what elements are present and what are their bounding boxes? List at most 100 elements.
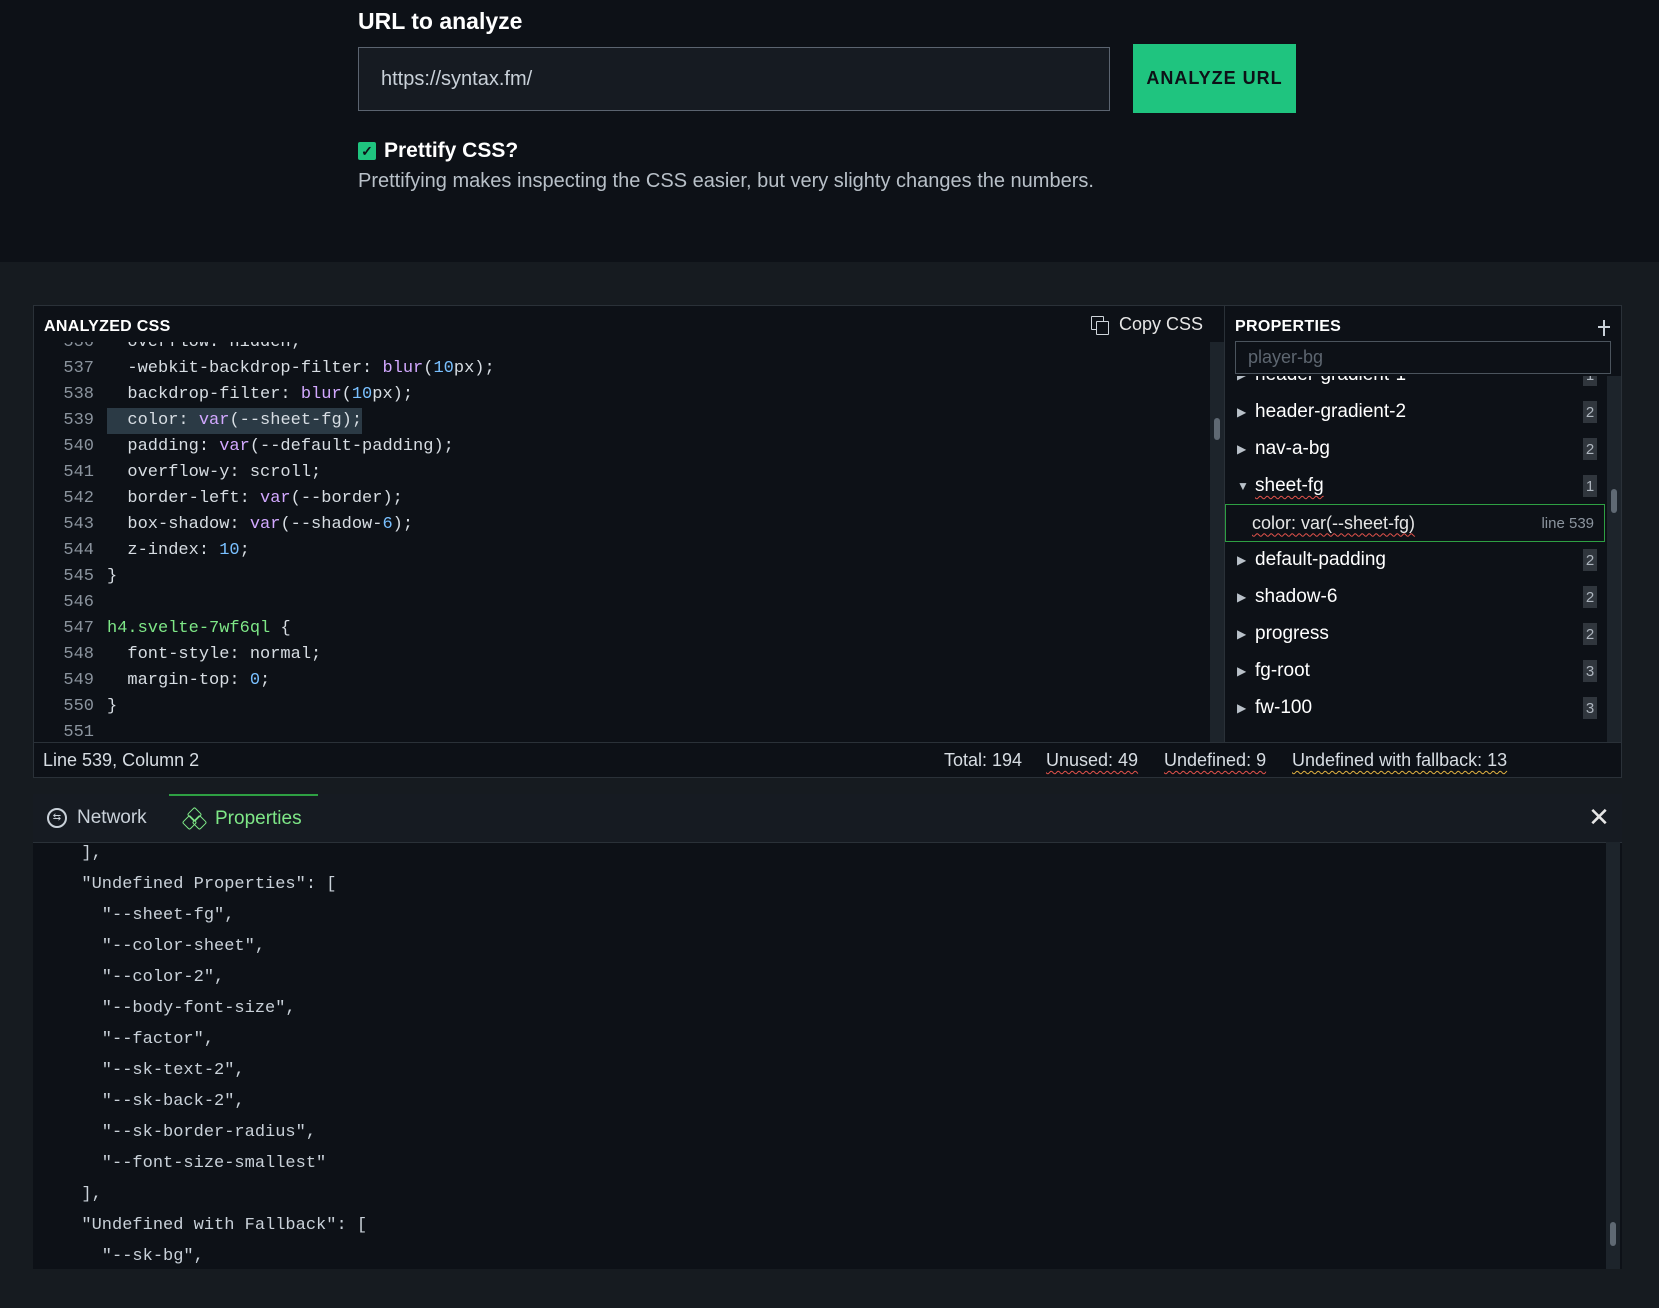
url-form-section: URL to analyze ANALYZE URL ✓ Prettify CS…	[0, 0, 1659, 262]
code-text: overflow: hidden;	[107, 342, 301, 352]
code-line: 546	[34, 590, 107, 616]
property-count-badge: 3	[1583, 697, 1597, 719]
triangle-right-icon: ▶	[1237, 664, 1247, 678]
line-number: 550	[63, 697, 94, 716]
json-line: ],	[61, 844, 102, 863]
json-line: "Undefined with Fallback": [	[61, 1216, 368, 1235]
tab-properties[interactable]: Properties	[169, 794, 318, 842]
code-line: 536 overflow: hidden;	[34, 342, 301, 356]
property-name: fw-100	[1255, 697, 1313, 718]
close-icon[interactable]: ✕	[1586, 804, 1612, 830]
property-item-header-gradient-1[interactable]: ▶header-gradient-11	[1237, 376, 1597, 394]
json-line: "--sk-back-2",	[61, 1092, 245, 1111]
undefined-fallback-count[interactable]: Undefined with fallback: 13	[1292, 750, 1507, 771]
property-usage-text: color: var(--sheet-fg)	[1252, 512, 1416, 533]
properties-title: PROPERTIES	[1235, 318, 1342, 335]
line-number: 537	[63, 359, 94, 378]
properties-filter-input[interactable]	[1235, 341, 1611, 374]
json-line: "--sk-text-2",	[61, 1061, 245, 1080]
code-text: -webkit-backdrop-filter: blur(10px);	[107, 359, 495, 378]
json-line: "--font-size-smallest"	[61, 1154, 327, 1173]
json-line: "--color-2",	[61, 968, 225, 987]
properties-icon	[181, 806, 208, 831]
code-text: border-left: var(--border);	[107, 489, 403, 508]
line-number: 542	[63, 489, 94, 508]
line-number: 539	[63, 411, 94, 430]
property-item-progress[interactable]: ▶ progress 2	[1237, 615, 1597, 653]
properties-scroll-thumb[interactable]	[1611, 489, 1617, 513]
triangle-down-icon: ▼	[1237, 479, 1249, 493]
code-line: 550}	[34, 694, 117, 720]
property-count-badge: 2	[1583, 438, 1597, 460]
json-line: ],	[61, 1185, 102, 1204]
unused-count[interactable]: Unused: 49	[1046, 750, 1138, 771]
analyze-url-button[interactable]: ANALYZE URL	[1133, 44, 1296, 113]
tab-network-label: Network	[77, 807, 147, 828]
property-name: fg-root	[1255, 660, 1310, 681]
json-line: "--color-sheet",	[61, 937, 266, 956]
properties-panel: PROPERTIES ▶header-gradient-11▶header-gr…	[1224, 306, 1622, 742]
property-count-badge: 2	[1583, 401, 1597, 423]
line-number: 540	[63, 437, 94, 456]
code-line: 545}	[34, 564, 117, 590]
code-text: }	[107, 697, 118, 716]
property-count-badge: 1	[1583, 376, 1597, 386]
property-name: shadow-6	[1255, 586, 1338, 607]
css-code-editor[interactable]: 536 overflow: hidden; 537 -webkit-backdro…	[34, 342, 1210, 742]
properties-scrollbar[interactable]	[1607, 376, 1621, 742]
url-label: URL to analyze	[358, 8, 523, 34]
cursor-position: Line 539, Column 2	[43, 750, 200, 770]
code-text: box-shadow: var(--shadow-6);	[107, 515, 414, 534]
devtools-panel: ⇆ Network Properties ✕ ], "Undefined Pro…	[33, 794, 1622, 1269]
property-item-nav-a-bg[interactable]: ▶ nav-a-bg 2	[1237, 430, 1597, 468]
property-item-sheet-fg[interactable]: ▼ sheet-fg 1	[1237, 467, 1597, 505]
code-text: padding: var(--default-padding);	[107, 437, 454, 456]
code-line: 549 margin-top: 0;	[34, 668, 270, 694]
undefined-count[interactable]: Undefined: 9	[1164, 750, 1266, 771]
property-name: header-gradient-2	[1255, 401, 1407, 422]
property-item-fw-100[interactable]: ▶ fw-100 3	[1237, 689, 1597, 727]
prettify-label: Prettify CSS?	[384, 139, 519, 162]
property-item-default-padding[interactable]: ▶ default-padding 2	[1237, 541, 1597, 579]
copy-css-button[interactable]: Copy CSS	[1091, 314, 1203, 335]
tab-network[interactable]: ⇆ Network	[47, 794, 147, 842]
code-line: 542 border-left: var(--border);	[34, 486, 403, 512]
devtools-tabbar: ⇆ Network Properties ✕	[33, 794, 1622, 843]
properties-list: ▶header-gradient-11▶header-gradient-22▶n…	[1225, 376, 1605, 742]
tab-properties-label: Properties	[215, 808, 302, 829]
code-text: color: var(--sheet-fg);	[107, 408, 363, 434]
network-icon: ⇆	[47, 808, 67, 828]
json-scroll-thumb[interactable]	[1610, 1222, 1616, 1246]
line-number: 541	[63, 463, 94, 482]
json-scrollbar[interactable]	[1606, 842, 1620, 1269]
prettify-description: Prettifying makes inspecting the CSS eas…	[358, 170, 1094, 192]
properties-json-output[interactable]: ], "Undefined Properties": [ "--sheet-fg…	[33, 842, 1605, 1269]
css-analyzer-panel: ANALYZED CSS Copy CSS 536 overflow: hidd…	[33, 305, 1622, 778]
code-scroll-thumb[interactable]	[1214, 418, 1220, 440]
total-count: Total: 194	[944, 750, 1023, 770]
code-line: 544 z-index: 10;	[34, 538, 250, 564]
prettify-checkbox-row[interactable]: ✓ Prettify CSS?	[358, 139, 518, 163]
prettify-checkbox[interactable]: ✓	[358, 142, 376, 160]
analyzed-css-title: ANALYZED CSS	[44, 318, 171, 335]
triangle-right-icon: ▶	[1237, 376, 1255, 382]
code-line: 543 box-shadow: var(--shadow-6);	[34, 512, 413, 538]
line-number: 536	[63, 342, 94, 352]
url-input[interactable]	[358, 47, 1110, 111]
code-text: z-index: 10;	[107, 541, 250, 560]
code-scrollbar[interactable]	[1210, 342, 1224, 742]
pin-icon[interactable]	[1598, 320, 1610, 336]
copy-css-label: Copy CSS	[1119, 314, 1204, 334]
property-item-header-gradient-2[interactable]: ▶ header-gradient-2 2	[1237, 393, 1597, 431]
property-usage-row[interactable]: color: var(--sheet-fg) line 539	[1225, 504, 1605, 542]
code-text: font-style: normal;	[107, 645, 322, 664]
triangle-right-icon: ▶	[1237, 627, 1247, 641]
property-name: default-padding	[1255, 549, 1386, 570]
triangle-right-icon: ▶	[1237, 701, 1247, 715]
property-item-fg-root[interactable]: ▶ fg-root 3	[1237, 652, 1597, 690]
code-line: 541 overflow-y: scroll;	[34, 460, 321, 486]
code-line: 540 padding: var(--default-padding);	[34, 434, 454, 460]
code-line: 548 font-style: normal;	[34, 642, 321, 668]
property-item-shadow-6[interactable]: ▶ shadow-6 2	[1237, 578, 1597, 616]
triangle-right-icon: ▶	[1237, 442, 1247, 456]
